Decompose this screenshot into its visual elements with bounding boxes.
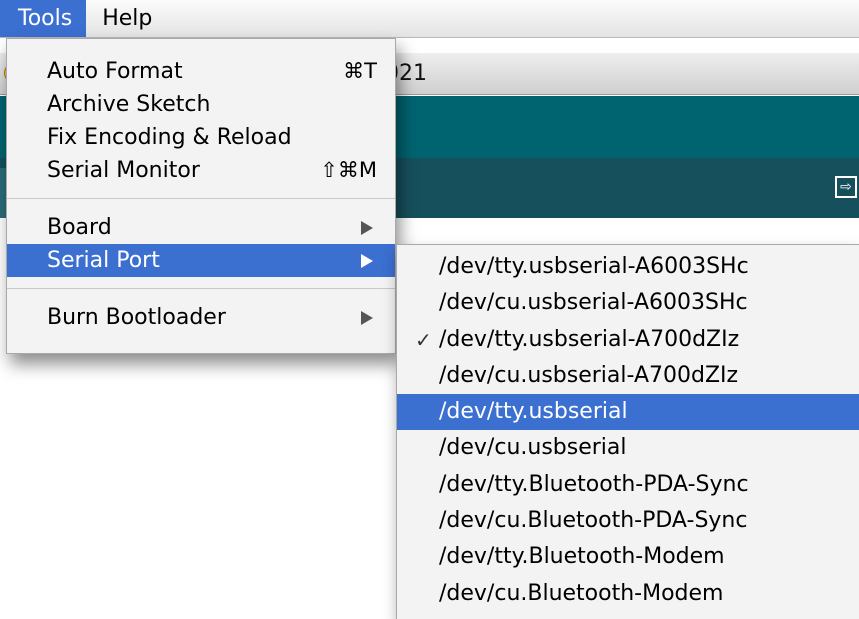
menu-help[interactable]: Help	[86, 0, 168, 37]
menu-item-label: Fix Encoding & Reload	[47, 125, 292, 150]
port-item[interactable]: /dev/cu.usbserial-A700dZIz	[397, 358, 859, 394]
tab-menu-arrow-icon[interactable]: ⇨	[835, 176, 857, 198]
port-label: /dev/tty.usbserial-A700dZIz	[439, 326, 740, 352]
menu-item-label: Burn Bootloader	[47, 305, 226, 330]
port-label: /dev/tty.Bluetooth-Modem	[439, 544, 725, 570]
port-label: /dev/tty.usbserial-A6003SHc	[439, 254, 749, 279]
menu-item-serial-port[interactable]: Serial Port	[7, 244, 395, 277]
menu-item-burn-bootloader[interactable]: Burn Bootloader	[7, 301, 395, 334]
port-item[interactable]: /dev/cu.usbserial	[397, 430, 859, 466]
submenu-arrow-icon	[361, 254, 373, 268]
submenu-arrow-icon	[361, 311, 373, 325]
port-label: /dev/cu.usbserial-A6003SHc	[439, 290, 748, 316]
port-label: /dev/tty.usbserial	[439, 399, 628, 425]
port-item-highlighted[interactable]: /dev/tty.usbserial	[397, 394, 859, 431]
menu-item-serial-monitor[interactable]: Serial Monitor ⇧⌘M	[7, 154, 395, 187]
menu-item-board[interactable]: Board	[7, 211, 395, 244]
port-item[interactable]: /dev/tty.Bluetooth-PDA-Sync	[397, 467, 859, 503]
menu-item-label: Auto Format	[47, 59, 183, 84]
port-label: /dev/cu.Bluetooth-Modem	[439, 580, 724, 606]
port-item[interactable]: /dev/cu.Bluetooth-Modem	[397, 576, 859, 612]
port-label: /dev/cu.usbserial-A700dZIz	[439, 362, 739, 388]
port-label: /dev/cu.usbserial	[439, 435, 627, 461]
menu-bar: Tools Help	[0, 0, 859, 38]
port-item-checked[interactable]: ✓ /dev/tty.usbserial-A700dZIz	[397, 322, 859, 358]
menu-tools[interactable]: Tools	[0, 0, 87, 37]
port-item[interactable]: /dev/tty.usbserial-A6003SHc	[397, 249, 859, 285]
menu-item-label: Board	[47, 215, 112, 240]
menu-item-label: Serial Port	[47, 248, 160, 273]
menu-separator	[7, 288, 395, 289]
port-item[interactable]: /dev/tty.Bluetooth-Modem	[397, 539, 859, 575]
submenu-arrow-icon	[361, 221, 373, 235]
shortcut-label: ⌘T	[343, 59, 377, 83]
menu-item-auto-format[interactable]: Auto Format ⌘T	[7, 55, 395, 88]
serial-port-submenu: /dev/tty.usbserial-A6003SHc /dev/cu.usbs…	[396, 244, 859, 619]
tools-menu: Auto Format ⌘T Archive Sketch Fix Encodi…	[6, 38, 396, 354]
shortcut-label: ⇧⌘M	[320, 158, 377, 182]
port-item[interactable]: /dev/cu.usbserial-A6003SHc	[397, 285, 859, 321]
port-label: /dev/cu.Bluetooth-PDA-Sync	[439, 508, 748, 534]
menu-item-label: Serial Monitor	[47, 158, 200, 183]
menu-separator	[7, 198, 395, 199]
checkmark-icon: ✓	[415, 327, 432, 352]
menu-item-label: Archive Sketch	[47, 92, 211, 117]
port-item[interactable]: /dev/cu.Bluetooth-PDA-Sync	[397, 503, 859, 539]
menu-item-archive-sketch[interactable]: Archive Sketch	[7, 88, 395, 121]
port-label: /dev/tty.Bluetooth-PDA-Sync	[439, 471, 749, 497]
menu-item-fix-encoding[interactable]: Fix Encoding & Reload	[7, 121, 395, 154]
